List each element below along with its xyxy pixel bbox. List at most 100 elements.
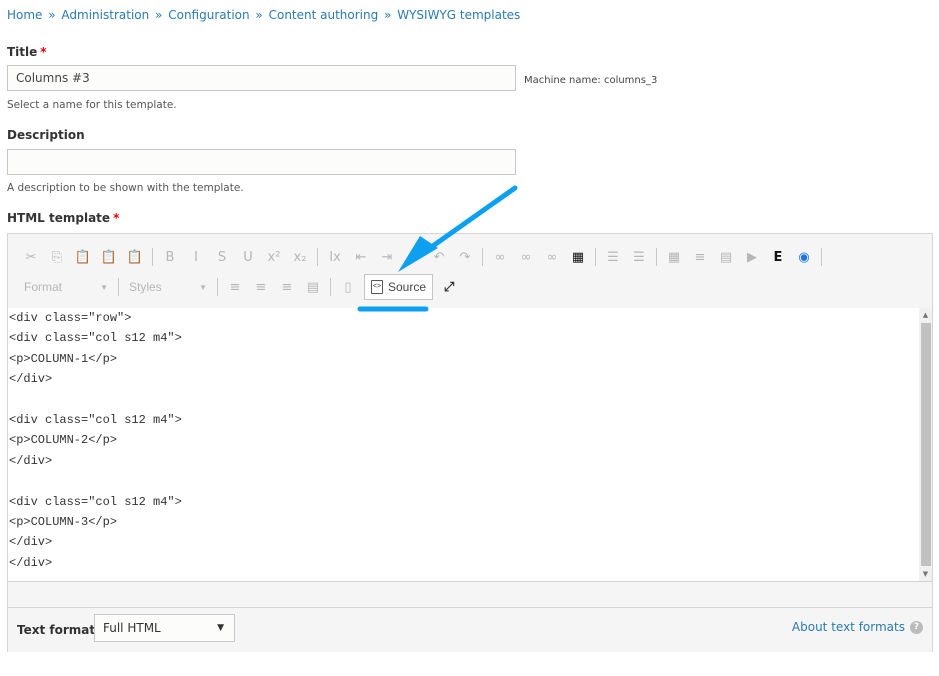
breadcrumb-link[interactable]: Home xyxy=(7,8,42,22)
source-line xyxy=(8,471,920,491)
source-button[interactable]: <> Source xyxy=(364,274,434,300)
toolbar-row-2: Format ▼ Styles ▼ ≡ ≡ ≡ ▤ ▯ <> Source ⤢ xyxy=(18,274,462,300)
toolbar-separator xyxy=(656,248,657,266)
bulleted-list-icon[interactable]: ☰ xyxy=(602,246,624,268)
source-line: <p>COLUMN-3</p> xyxy=(9,514,118,529)
description-label: Description xyxy=(7,128,85,142)
about-text-formats[interactable]: About text formats ? xyxy=(792,620,923,634)
toolbar-separator xyxy=(482,248,483,266)
text-format-bar: Text format Full HTML ▼ About text forma… xyxy=(8,608,932,652)
source-textarea[interactable]: <div class="row"> <div class="col s12 m4"… xyxy=(8,308,920,581)
text-format-label: Text format xyxy=(17,623,96,637)
breadcrumb-link[interactable]: Content authoring xyxy=(269,8,379,22)
table-icon[interactable]: ▦ xyxy=(663,246,685,268)
source-button-label: Source xyxy=(388,280,427,294)
breadcrumb-link[interactable]: Administration xyxy=(61,8,149,22)
breadcrumb-separator: » xyxy=(44,8,60,22)
source-line: </div> xyxy=(9,535,53,550)
toolbar-separator xyxy=(217,278,218,296)
source-line: <div class="col s12 m4"> xyxy=(9,494,182,509)
toolbar-separator xyxy=(595,248,596,266)
source-line xyxy=(8,390,920,410)
breadcrumb-separator: » xyxy=(380,8,396,22)
styles-combo-label: Styles xyxy=(129,280,162,294)
paste-icon[interactable]: 📋 xyxy=(72,246,94,268)
remove-format-icon[interactable]: Ix xyxy=(324,246,346,268)
title-label: Title * xyxy=(7,45,47,59)
justify-icon[interactable]: ▤ xyxy=(302,276,324,298)
scrollbar-thumb[interactable] xyxy=(921,323,931,566)
scroll-down-icon[interactable]: ▼ xyxy=(919,567,932,581)
cut-icon[interactable]: ✂ xyxy=(20,246,42,268)
breadcrumb-link[interactable]: WYSIWYG templates xyxy=(397,8,520,22)
numbered-list-icon[interactable]: ☰ xyxy=(628,246,650,268)
source-line: <p>COLUMN-1</p> xyxy=(9,351,118,366)
toolbar-separator xyxy=(821,248,822,266)
wysiwyg-editor: ✂ ⎘ 📋 📋 📋 B I S Ux² x₂ Ix ⇤ ⇥ ❞ ↶ ↷ ∞ ∞ ∞ ▦ ☰ ☰ ▦ ≡ ▤ ▶ E ◉ Format ▼… xyxy=(7,233,933,652)
maximize-icon[interactable]: ⤢ xyxy=(438,276,460,298)
source-line: <div class="row"> xyxy=(9,311,132,325)
title-input[interactable] xyxy=(7,65,516,91)
align-center-icon[interactable]: ≡ xyxy=(250,276,272,298)
description-help: A description to be shown with the templ… xyxy=(7,182,244,194)
source-line: <div class="col s12 m4"> xyxy=(9,412,182,427)
html-template-label: HTML template * xyxy=(7,211,119,225)
required-marker: * xyxy=(113,211,120,225)
toolbar-row-1: ✂ ⎘ 📋 📋 📋 B I S Ux² x₂ Ix ⇤ ⇥ ❞ ↶ ↷ ∞ ∞ ∞ ▦ ☰ ☰ ▦ ≡ ▤ ▶ E ◉ xyxy=(18,244,826,270)
superscript-icon[interactable]: x² xyxy=(263,246,285,268)
source-line: </div> xyxy=(9,453,53,468)
show-blocks-icon[interactable]: ▯ xyxy=(337,276,359,298)
toolbar-separator xyxy=(330,278,331,296)
link-icon[interactable]: ∞ xyxy=(489,246,511,268)
unlink-icon[interactable]: ∞ xyxy=(515,246,537,268)
bold-icon[interactable]: B xyxy=(159,246,181,268)
format-combo-label: Format xyxy=(24,280,63,294)
source-line: <div class="col s12 m4"> xyxy=(9,331,182,346)
indent-icon[interactable]: ⇥ xyxy=(376,246,398,268)
copy-icon[interactable]: ⎘ xyxy=(46,246,68,268)
outdent-icon[interactable]: ⇤ xyxy=(350,246,372,268)
about-text-formats-link[interactable]: About text formats xyxy=(792,620,905,634)
source-line: <p>COLUMN-2</p> xyxy=(9,433,118,448)
subscript-icon[interactable]: x₂ xyxy=(289,246,311,268)
anchor-icon[interactable]: ∞ xyxy=(541,246,563,268)
div-container-icon[interactable]: ▤ xyxy=(715,246,737,268)
align-left-icon[interactable]: ≡ xyxy=(224,276,246,298)
toolbar-separator xyxy=(317,248,318,266)
text-format-value: Full HTML xyxy=(103,621,161,635)
underline-icon[interactable]: U xyxy=(237,246,259,268)
blockquote-icon[interactable]: ❞ xyxy=(402,246,424,268)
text-format-select[interactable]: Full HTML ▼ xyxy=(94,614,235,642)
format-combo[interactable]: Format ▼ xyxy=(18,276,114,298)
title-help: Select a name for this template. xyxy=(7,99,177,111)
strikethrough-icon[interactable]: S xyxy=(211,246,233,268)
source-line: </div> xyxy=(9,555,53,570)
breadcrumb-link[interactable]: Configuration xyxy=(168,8,249,22)
description-input[interactable] xyxy=(7,149,516,175)
paste-text-icon[interactable]: 📋 xyxy=(98,246,120,268)
horizontal-line-icon[interactable]: ≡ xyxy=(689,246,711,268)
align-right-icon[interactable]: ≡ xyxy=(276,276,298,298)
source-icon: <> xyxy=(371,280,383,294)
media-embed-icon[interactable]: ▶ xyxy=(741,246,763,268)
breadcrumb-separator: » xyxy=(251,8,267,22)
scroll-up-icon[interactable]: ▲ xyxy=(919,308,932,322)
scrollbar[interactable]: ▲ ▼ xyxy=(919,308,932,581)
redo-icon[interactable]: ↷ xyxy=(454,246,476,268)
paste-from-word-icon[interactable]: 📋 xyxy=(124,246,146,268)
templates-icon[interactable]: ▦ xyxy=(567,246,589,268)
editor-toolbar: ✂ ⎘ 📋 📋 📋 B I S Ux² x₂ Ix ⇤ ⇥ ❞ ↶ ↷ ∞ ∞ ∞ ▦ ☰ ☰ ▦ ≡ ▤ ▶ E ◉ Format ▼… xyxy=(8,234,932,309)
required-marker: * xyxy=(40,45,47,59)
breadcrumb: Home » Administration » Configuration » … xyxy=(7,8,520,22)
title-label-text: Title xyxy=(7,45,38,59)
styles-combo[interactable]: Styles ▼ xyxy=(123,276,213,298)
toolbar-separator xyxy=(152,248,153,266)
entity-embed-icon[interactable]: E xyxy=(767,246,789,268)
toolbar-separator xyxy=(118,278,119,296)
italic-icon[interactable]: I xyxy=(185,246,207,268)
undo-icon[interactable]: ↶ xyxy=(428,246,450,268)
machine-name: Machine name: columns_3 xyxy=(524,75,658,86)
chevron-down-icon: ▼ xyxy=(100,282,108,292)
html-template-label-text: HTML template xyxy=(7,211,111,225)
video-embed-icon[interactable]: ◉ xyxy=(793,246,815,268)
